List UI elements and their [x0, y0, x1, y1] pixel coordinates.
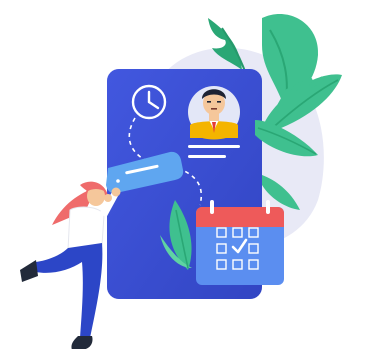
calendar-icon: [196, 200, 284, 285]
woman-figure: [20, 181, 121, 352]
profile-line: [188, 145, 240, 148]
profile-line: [188, 155, 226, 158]
onboarding-illustration: [20, 13, 342, 352]
profile-avatar-icon: [188, 86, 240, 140]
